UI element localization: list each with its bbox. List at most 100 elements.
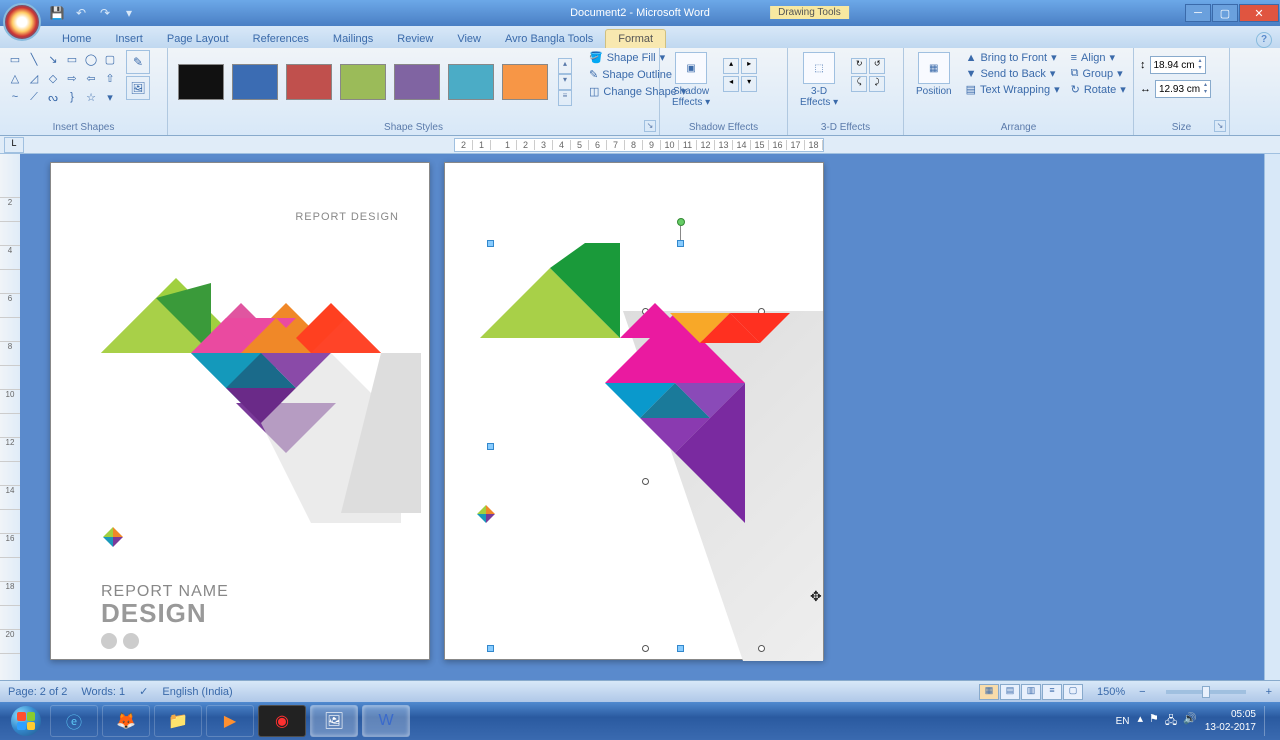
qat-undo[interactable]: ↶ bbox=[72, 4, 90, 22]
nudge-right[interactable]: ▸ bbox=[741, 58, 757, 74]
zoom-in[interactable]: + bbox=[1266, 686, 1272, 698]
send-back-button[interactable]: ▼Send to Back ▾ bbox=[965, 66, 1061, 81]
nudge-up[interactable]: ▴ bbox=[723, 58, 739, 74]
zoom-out[interactable]: − bbox=[1139, 686, 1145, 698]
size-launcher[interactable]: ↘ bbox=[1214, 120, 1226, 132]
close-button[interactable]: ✕ bbox=[1239, 4, 1279, 22]
style-gallery[interactable]: ▴ ▾ ≡ bbox=[174, 50, 576, 114]
help-icon[interactable]: ? bbox=[1256, 32, 1272, 48]
task-word[interactable]: W bbox=[362, 705, 410, 737]
view-full-screen[interactable]: ▤ bbox=[1000, 684, 1020, 700]
shape-rarrow[interactable]: ⇨ bbox=[63, 69, 81, 87]
task-media[interactable]: ▶ bbox=[206, 705, 254, 737]
bring-front-button[interactable]: ▲Bring to Front ▾ bbox=[965, 50, 1061, 65]
style-swatch-2[interactable] bbox=[232, 64, 278, 100]
sel-handle-bottom[interactable] bbox=[677, 645, 684, 652]
shape-uarrow[interactable]: ⇧ bbox=[101, 69, 119, 87]
status-page[interactable]: Page: 2 of 2 bbox=[8, 686, 67, 698]
page2-small-logo[interactable] bbox=[475, 503, 497, 525]
shape-brace[interactable]: } bbox=[63, 88, 81, 106]
task-explorer[interactable]: 📁 bbox=[154, 705, 202, 737]
vertical-ruler[interactable]: 24 68 1012 1416 1820 bbox=[0, 154, 20, 680]
shape-arrow[interactable]: ↘ bbox=[44, 50, 62, 68]
office-button[interactable] bbox=[3, 3, 41, 41]
shape-star[interactable]: ☆ bbox=[82, 88, 100, 106]
task-paint[interactable]: 🖼 bbox=[310, 705, 358, 737]
shape-oval[interactable]: ◯ bbox=[82, 50, 100, 68]
group-button[interactable]: ⧉Group ▾ bbox=[1070, 66, 1127, 81]
shadow-effects-button[interactable]: ▣ ShadowEffects ▾ bbox=[666, 50, 716, 110]
rotate-button[interactable]: ↻Rotate ▾ bbox=[1070, 82, 1127, 97]
nudge-left[interactable]: ◂ bbox=[723, 76, 739, 92]
height-input[interactable]: 18.94 cm▴▾ bbox=[1150, 56, 1206, 74]
tab-page-layout[interactable]: Page Layout bbox=[155, 30, 241, 48]
minimize-button[interactable]: ─ bbox=[1185, 4, 1211, 22]
tab-format[interactable]: Format bbox=[605, 29, 666, 48]
page-1[interactable]: REPORT DESIGN bbox=[50, 162, 430, 660]
vertical-scrollbar[interactable] bbox=[1264, 154, 1280, 680]
qat-customize[interactable]: ▾ bbox=[120, 4, 138, 22]
tray-clock[interactable]: 05:05 13-02-2017 bbox=[1205, 708, 1256, 734]
shape-rtriangle[interactable]: ◿ bbox=[25, 69, 43, 87]
maximize-button[interactable]: ▢ bbox=[1212, 4, 1238, 22]
status-zoom-level[interactable]: 150% bbox=[1097, 686, 1125, 698]
shape-roundrect[interactable]: ▢ bbox=[101, 50, 119, 68]
page2-artwork[interactable] bbox=[475, 233, 815, 533]
edit-shape-button[interactable]: ✎ bbox=[126, 50, 150, 74]
align-button[interactable]: ≡Align ▾ bbox=[1070, 50, 1127, 65]
sel-handle-bc1[interactable] bbox=[642, 645, 649, 652]
shape-styles-launcher[interactable]: ↘ bbox=[644, 120, 656, 132]
zoom-slider[interactable] bbox=[1166, 690, 1246, 694]
zoom-thumb[interactable] bbox=[1202, 686, 1210, 698]
tray-network-icon[interactable]: 🖧 bbox=[1165, 712, 1177, 731]
status-words[interactable]: Words: 1 bbox=[81, 686, 125, 698]
tilt-right[interactable]: ↺ bbox=[869, 58, 885, 74]
shape-line[interactable]: ╲ bbox=[25, 50, 43, 68]
tab-review[interactable]: Review bbox=[385, 30, 445, 48]
text-wrap-button[interactable]: ▤Text Wrapping ▾ bbox=[965, 82, 1061, 97]
3d-effects-button[interactable]: ⬚ 3-DEffects ▾ bbox=[794, 50, 844, 110]
shapes-palette[interactable]: ▭ ╲ ↘ ▭ ◯ ▢ △ ◿ ◇ ⇨ ⇦ ⇧ ~ ⟋ ᔓ } ☆ ▾ bbox=[6, 50, 119, 106]
position-button[interactable]: ▦ Position bbox=[910, 50, 958, 99]
tilt-left[interactable]: ⤹ bbox=[851, 76, 867, 92]
gallery-more[interactable]: ≡ bbox=[558, 90, 572, 106]
view-draft[interactable]: ▢ bbox=[1063, 684, 1083, 700]
tilt-up[interactable]: ↻ bbox=[851, 58, 867, 74]
style-swatch-4[interactable] bbox=[340, 64, 386, 100]
start-button[interactable] bbox=[6, 705, 46, 737]
tray-volume-icon[interactable]: 🔊 bbox=[1183, 712, 1197, 731]
view-web-layout[interactable]: ▥ bbox=[1021, 684, 1041, 700]
tilt-down[interactable]: ⤸ bbox=[869, 76, 885, 92]
tray-language[interactable]: EN bbox=[1116, 716, 1130, 727]
style-swatch-1[interactable] bbox=[178, 64, 224, 100]
tray-up-icon[interactable]: ▴ bbox=[1137, 712, 1143, 731]
status-spellcheck-icon[interactable]: ✓ bbox=[139, 685, 148, 698]
shape-rect[interactable]: ▭ bbox=[63, 50, 81, 68]
task-recorder[interactable]: ◉ bbox=[258, 705, 306, 737]
shape-triangle[interactable]: △ bbox=[6, 69, 24, 87]
width-input[interactable]: 12.93 cm▴▾ bbox=[1155, 80, 1211, 98]
tab-avro[interactable]: Avro Bangla Tools bbox=[493, 30, 605, 48]
view-print-layout[interactable]: ▦ bbox=[979, 684, 999, 700]
tab-insert[interactable]: Insert bbox=[103, 30, 155, 48]
nudge-down[interactable]: ▾ bbox=[741, 76, 757, 92]
status-language[interactable]: English (India) bbox=[162, 686, 232, 698]
tab-selector[interactable]: L bbox=[4, 137, 24, 153]
sel-handle-br[interactable] bbox=[758, 645, 765, 652]
qat-redo[interactable]: ↷ bbox=[96, 4, 114, 22]
style-swatch-3[interactable] bbox=[286, 64, 332, 100]
tab-home[interactable]: Home bbox=[50, 30, 103, 48]
shape-diamond[interactable]: ◇ bbox=[44, 69, 62, 87]
view-outline[interactable]: ≡ bbox=[1042, 684, 1062, 700]
sel-handle-bl[interactable] bbox=[487, 645, 494, 652]
show-desktop-button[interactable] bbox=[1264, 706, 1274, 736]
tab-references[interactable]: References bbox=[241, 30, 321, 48]
shape-freeform[interactable]: ⟋ bbox=[25, 88, 43, 106]
task-firefox[interactable]: 🦊 bbox=[102, 705, 150, 737]
shape-scribble[interactable]: ᔓ bbox=[44, 88, 62, 106]
tab-mailings[interactable]: Mailings bbox=[321, 30, 385, 48]
text-box-button[interactable]: 🖼 bbox=[126, 76, 150, 100]
tab-view[interactable]: View bbox=[445, 30, 493, 48]
tray-flag-icon[interactable]: ⚑ bbox=[1149, 712, 1159, 731]
task-ie[interactable]: ⓔ bbox=[50, 705, 98, 737]
